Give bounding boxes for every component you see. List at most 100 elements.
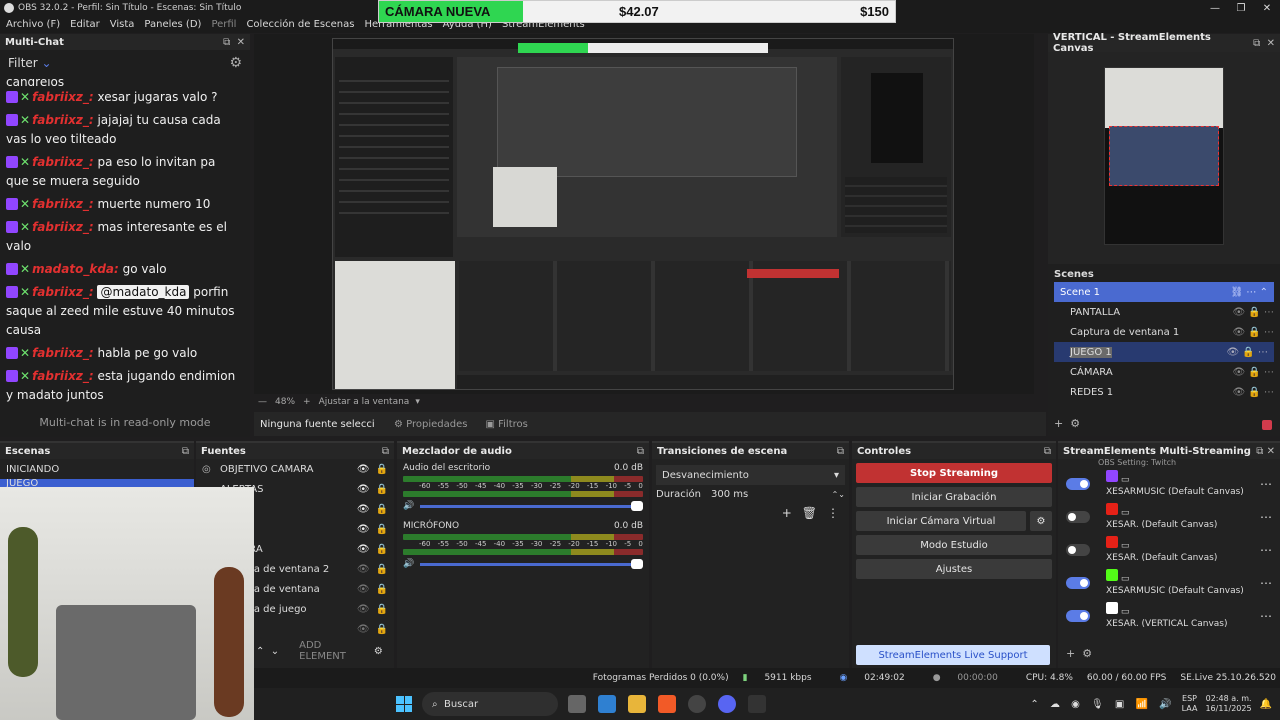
lock-icon[interactable]: 🔒 [376,504,388,515]
speaker-icon[interactable]: 🔊 [403,559,414,569]
float-icon[interactable]: ⧉ [1253,38,1260,49]
virtual-camera-settings-icon[interactable]: ⚙ [1030,511,1052,531]
filters-button[interactable]: ▣ Filtros [485,419,527,430]
file-explorer-icon[interactable] [628,695,646,713]
lock-icon[interactable]: 🔒 [376,584,388,595]
scene-iniciando[interactable]: INICIANDO [0,459,194,479]
target-toggle[interactable] [1066,477,1090,490]
discord-icon[interactable] [718,695,736,713]
scene-juego[interactable]: JUEGO [0,478,194,489]
valorant-icon[interactable] [748,695,766,713]
filter-dropdown[interactable]: Filter ⌄ [8,56,52,70]
lock-icon[interactable]: 🔒 [376,624,388,635]
eye-icon[interactable]: 👁 [357,524,370,535]
chat-message-list[interactable]: cangrejos ✕ fabriixz_: xesar jugaras valo… [0,78,242,408]
float-icon[interactable]: ⧉ [382,446,389,457]
move-up-icon[interactable]: ⌃ [256,646,264,657]
eye-icon[interactable]: 👁 [357,464,370,475]
close-icon[interactable]: ✕ [1267,38,1275,49]
volume-slider[interactable] [420,500,643,511]
vscene-scene-1[interactable]: Scene 1 ⛓ ⋯ ⌃ [1054,282,1274,302]
more-icon[interactable]: ⋮ [827,506,839,520]
lock-icon[interactable]: 🔒 [376,524,388,535]
stream-preview[interactable] [254,34,1034,394]
eye-icon[interactable]: 👁 [357,484,370,495]
speaker-icon[interactable]: 🔊 [403,501,414,511]
gear-icon[interactable]: ⚙ [1082,647,1092,660]
clock[interactable]: 02:48 a. m. 16/11/2025 [1205,694,1251,714]
brave-icon[interactable] [658,695,676,713]
menu-archivo[interactable]: Archivo (F) [6,19,60,30]
close-button[interactable]: ✕ [1254,3,1280,14]
notification-bell-icon[interactable]: 🔔 [1260,699,1272,710]
vscene-redes[interactable]: REDES 1 👁 🔒 ⋯ [1048,382,1280,402]
eye-icon[interactable]: 👁 [357,624,370,635]
zoom-in-button[interactable]: + [303,397,311,407]
task-view-icon[interactable] [568,695,586,713]
menu-vista[interactable]: Vista [110,19,135,30]
virtual-camera-button[interactable]: Iniciar Cámara Virtual [856,511,1026,531]
gear-icon[interactable]: ⚙ [229,55,242,71]
zoom-out-button[interactable]: — [258,397,267,407]
vscode-icon[interactable] [598,695,616,713]
live-support-button[interactable]: StreamElements Live Support [856,645,1050,665]
add-icon[interactable]: + [782,506,792,520]
more-icon[interactable]: ⋯ [1260,510,1272,524]
move-down-icon[interactable]: ⌄ [271,646,279,657]
more-icon[interactable]: ⋯ [1260,477,1272,491]
vscene-pantalla[interactable]: PANTALLA 👁 🔒 ⋯ [1048,302,1280,322]
lock-icon[interactable]: 🔒 [376,564,388,575]
obs-icon[interactable] [688,695,706,713]
vscene-juego[interactable]: JUEGO 1 👁 🔒 ⋯ [1054,342,1274,362]
add-icon[interactable]: + [1054,417,1063,430]
menu-editar[interactable]: Editar [70,19,100,30]
minimize-button[interactable]: — [1202,3,1228,14]
target-toggle[interactable] [1066,510,1090,523]
source-item[interactable]: ◎ OBJETIVO CÁMARA 👁 🔒 [196,459,394,479]
more-icon[interactable]: ⋯ [1260,609,1272,623]
menu-paneles[interactable]: Paneles (D) [144,19,201,30]
close-icon[interactable]: ✕ [1267,446,1275,457]
eye-icon[interactable]: 👁 [357,564,370,575]
taskbar-search[interactable]: ⌕ Buscar [422,692,558,716]
gear-icon[interactable]: ⚙ [1070,417,1080,430]
start-recording-button[interactable]: Iniciar Grabación [856,487,1052,507]
menu-coleccion[interactable]: Colección de Escenas [246,19,354,30]
float-icon[interactable]: ⧉ [223,37,230,48]
eye-icon[interactable]: 👁 [357,544,370,555]
lock-icon[interactable]: 🔒 [376,484,388,495]
vscene-captura-ventana[interactable]: Captura de ventana 1 👁 🔒 ⋯ [1048,322,1280,342]
eye-icon[interactable]: 👁 [357,584,370,595]
float-icon[interactable]: ⧉ [1256,446,1263,457]
add-element-button[interactable]: ADD ELEMENT [299,640,346,662]
tray-icons[interactable]: ⌃ ☁ ◉ 🎙 ▣ 📶 🔊 [1030,699,1175,710]
transition-select[interactable]: Desvanecimiento ▾ [656,465,845,485]
vertical-canvas-preview[interactable] [1104,67,1224,245]
float-icon[interactable]: ⧉ [182,446,189,457]
maximize-button[interactable]: ❐ [1228,3,1254,14]
fit-window-button[interactable]: Ajustar a la ventana [319,397,410,407]
studio-mode-button[interactable]: Modo Estudio [856,535,1052,555]
eye-icon[interactable]: 👁 [357,604,370,615]
more-icon[interactable]: ⋯ [1260,543,1272,557]
lock-icon[interactable]: 🔒 [376,544,388,555]
language-indicator[interactable]: ESP LAA [1182,694,1198,714]
chevron-down-icon[interactable]: ▾ [415,397,420,407]
properties-button[interactable]: ⚙ Propiedades [394,419,467,430]
target-toggle[interactable] [1066,576,1090,589]
trash-icon[interactable]: 🗑 [802,506,817,520]
volume-slider[interactable] [420,558,643,569]
source-properties-icon[interactable]: ⚙ [374,646,383,657]
menu-perfil[interactable]: Perfil [211,19,236,30]
float-icon[interactable]: ⧉ [637,446,644,457]
add-icon[interactable]: + [1066,647,1075,660]
lock-icon[interactable]: 🔒 [376,604,388,615]
eye-icon[interactable]: 👁 [357,504,370,515]
float-icon[interactable]: ⧉ [837,446,844,457]
target-toggle[interactable] [1066,609,1090,622]
duration-input[interactable]: 300 ms [711,489,832,500]
vscene-camara[interactable]: CÁMARA 👁 🔒 ⋯ [1048,362,1280,382]
stop-streaming-button[interactable]: Stop Streaming [856,463,1052,483]
target-toggle[interactable] [1066,543,1090,556]
close-icon[interactable]: ✕ [237,37,245,48]
